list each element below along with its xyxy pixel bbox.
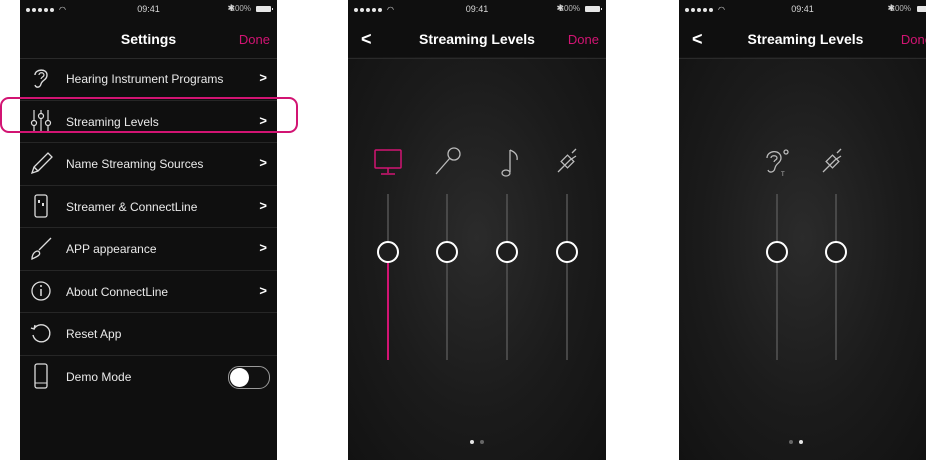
ear-icon [28, 65, 54, 91]
settings-item-label: Streamer & ConnectLine [66, 199, 198, 214]
streaming-sliders: T [766, 148, 847, 360]
streaming-levels-screen-2: ◠ 09:41 ✱ 100% < Streaming Levels Done T [679, 0, 926, 460]
battery-icon [256, 6, 273, 12]
slider-thumb-tv [377, 241, 399, 263]
microphone-icon [435, 147, 461, 175]
slider-thumb-plug [825, 241, 847, 263]
info-icon [28, 278, 54, 304]
brush-icon [28, 235, 54, 261]
streaming-sliders [374, 147, 578, 360]
slider-track-plug[interactable] [825, 194, 847, 360]
slider-thumb-plug [556, 241, 578, 263]
slider-thumb-microphone [436, 241, 458, 263]
slider-track-tv[interactable] [377, 194, 399, 360]
status-bar: ◠ 09:41 ✱ 100% [20, 0, 277, 18]
chevron-right-icon: > [259, 70, 267, 85]
slider-track-telecoil[interactable] [766, 194, 788, 360]
settings-item-app-appearance[interactable]: APP appearance > [20, 228, 277, 271]
chevron-right-icon: > [259, 240, 267, 255]
telecoil-ear-icon: T [766, 149, 789, 178]
settings-item-label: Reset App [66, 327, 122, 341]
chevron-right-icon: > [259, 282, 267, 298]
navigation-bar: Settings Done [20, 18, 277, 59]
toggle-knob [230, 367, 249, 387]
settings-screen: ◠ 09:41 ✱ 100% Settings Done Hearing Ins… [20, 0, 277, 460]
done-button[interactable]: Done [239, 32, 270, 47]
settings-item-about[interactable]: About ConnectLine > [20, 271, 277, 313]
cable-plug-icon [822, 148, 842, 173]
page-dot-1 [788, 440, 793, 444]
settings-item-name-sources[interactable]: Name Streaming Sources > [20, 143, 277, 186]
music-note-icon [501, 149, 518, 177]
page-dot-1 [470, 440, 474, 444]
streamer-device-icon [28, 193, 54, 219]
tv-icon [374, 149, 402, 175]
settings-item-label: APP appearance [66, 242, 157, 256]
phone-icon [28, 362, 54, 389]
reset-icon [28, 320, 54, 346]
streaming-levels-screen-1: ◠ 09:41 ✱ 100% < Streaming Levels Done [348, 0, 606, 460]
page-dot-2 [798, 440, 803, 444]
streaming-levels-highlight [0, 97, 298, 133]
slider-track-microphone[interactable] [436, 194, 458, 360]
chevron-right-icon: > [259, 197, 267, 213]
page-dot-2 [480, 440, 484, 444]
settings-item-label: About ConnectLine [66, 284, 169, 299]
settings-item-demo-mode: Demo Mode [20, 356, 277, 398]
settings-item-streamer-connectline[interactable]: Streamer & ConnectLine > [20, 186, 277, 228]
settings-item-label: Hearing Instrument Programs [66, 72, 224, 86]
slider-track-plug[interactable] [556, 194, 578, 360]
slider-track-music[interactable] [496, 194, 518, 360]
page-indicator[interactable] [679, 440, 912, 444]
settings-item-label: Name Streaming Sources [66, 157, 204, 171]
demo-mode-toggle[interactable] [228, 365, 270, 389]
pencil-icon [28, 150, 54, 176]
settings-item-hearing-programs[interactable]: Hearing Instrument Programs > [20, 58, 277, 101]
cable-plug-icon [557, 148, 577, 173]
slider-thumb-telecoil [766, 241, 788, 263]
page-indicator[interactable] [348, 440, 606, 444]
settings-item-label: Demo Mode [66, 369, 132, 384]
slider-thumb-music [496, 241, 518, 263]
settings-item-reset-app[interactable]: Reset App [20, 313, 277, 356]
battery-percent: 100% [230, 4, 251, 13]
svg-text:T: T [781, 172, 785, 178]
chevron-right-icon: > [259, 155, 267, 170]
